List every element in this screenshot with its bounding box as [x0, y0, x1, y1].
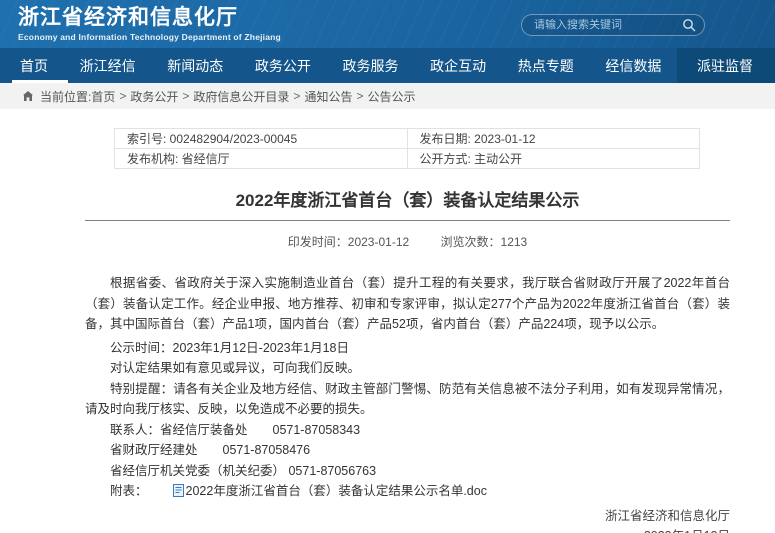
- home-icon: [22, 90, 34, 102]
- views-value: 1213: [501, 235, 528, 249]
- nav-spacer: [496, 48, 502, 83]
- site-header: 浙江省经济和信息化厅 Economy and Information Techn…: [0, 0, 775, 48]
- signature-org: 浙江省经济和信息化厅: [85, 506, 730, 526]
- nav-item-news[interactable]: 新闻动态: [157, 48, 233, 83]
- views-label: 浏览次数：: [441, 235, 501, 249]
- attachment-link[interactable]: 2022年度浙江省首台（套）装备认定结果公示名单.doc: [186, 484, 487, 498]
- breadcrumb: 当前位置: 首页 > 政务公开 > 政府信息公开目录 > 通知公告 > 公告公示: [0, 83, 775, 109]
- main-nav: 首页 浙江经信 新闻动态 政务公开 政务服务 政企互动 热点专题 经信数据 派驻…: [0, 48, 775, 83]
- crumb-info-directory[interactable]: 政府信息公开目录: [193, 88, 289, 105]
- breadcrumb-separator: >: [356, 89, 363, 103]
- crumb-announcements[interactable]: 公告公示: [367, 88, 415, 105]
- nav-spacer: [321, 48, 327, 83]
- search-box: [521, 14, 705, 36]
- nav-spacer: [584, 48, 590, 83]
- table-row: 索引号: 002482904/2023-00045 发布日期: 2023-01-…: [115, 129, 700, 149]
- breadcrumb-prefix: 当前位置:: [40, 88, 91, 105]
- nav-item-gov-open[interactable]: 政务公开: [245, 48, 321, 83]
- table-row: 发布机构: 省经信厅 公开方式: 主动公开: [115, 149, 700, 169]
- doc-icon: [148, 483, 184, 504]
- crumb-home[interactable]: 首页: [91, 88, 115, 105]
- paragraph-contact-discipline: 省经信厅机关党委（机关纪委） 0571-87056763: [85, 461, 730, 482]
- crumb-gov-open[interactable]: 政务公开: [130, 88, 178, 105]
- nav-spacer: [58, 48, 64, 83]
- nav-item-supervision[interactable]: 派驻监督: [677, 48, 775, 83]
- site-title: 浙江省经济和信息化厅: [18, 6, 281, 30]
- meta-publish-org: 发布机构: 省经信厅: [115, 149, 408, 169]
- nav-item-home[interactable]: 首页: [10, 48, 58, 83]
- breadcrumb-separator: >: [182, 89, 189, 103]
- paragraph-contact-equipment: 联系人：省经信厅装备处 0571-87058343: [85, 420, 730, 441]
- print-time-label: 印发时间：: [288, 235, 348, 249]
- paragraph-intro: 根据省委、省政府关于深入实施制造业首台（套）提升工程的有关要求，我厅联合省财政厅…: [85, 273, 730, 335]
- article-body: 根据省委、省政府关于深入实施制造业首台（套）提升工程的有关要求，我厅联合省财政厅…: [85, 273, 730, 533]
- paragraph-publicity-period: 公示时间：2023年1月12日-2023年1月18日: [85, 338, 730, 359]
- nav-item-data[interactable]: 经信数据: [595, 48, 671, 83]
- title-divider: [85, 220, 730, 221]
- attachment-row: 附表： 2022年度浙江省首台（套）装备认定结果公示名单.doc: [85, 481, 730, 504]
- attachment-label: 附表：: [110, 484, 148, 498]
- meta-publish-date: 发布日期: 2023-01-12: [407, 129, 700, 149]
- search-input[interactable]: [522, 19, 682, 31]
- meta-open-method: 公开方式: 主动公开: [407, 149, 700, 169]
- site-subtitle: Economy and Information Technology Depar…: [18, 32, 281, 42]
- print-time-value: 2023-01-12: [348, 235, 409, 249]
- breadcrumb-separator: >: [293, 89, 300, 103]
- nav-spacer: [409, 48, 415, 83]
- nav-spacer: [233, 48, 239, 83]
- doc-meta-table: 索引号: 002482904/2023-00045 发布日期: 2023-01-…: [114, 128, 700, 169]
- page: 浙江省经济和信息化厅 Economy and Information Techn…: [0, 0, 775, 533]
- meta-index-number: 索引号: 002482904/2023-00045: [115, 129, 408, 149]
- breadcrumb-separator: >: [119, 89, 126, 103]
- signature-block: 浙江省经济和信息化厅 2023年1月12日: [85, 506, 730, 533]
- site-logo[interactable]: 浙江省经济和信息化厅 Economy and Information Techn…: [18, 6, 281, 42]
- signature-date: 2023年1月12日: [85, 526, 730, 533]
- nav-item-gov-service[interactable]: 政务服务: [333, 48, 409, 83]
- article-content: 索引号: 002482904/2023-00045 发布日期: 2023-01-…: [0, 128, 775, 533]
- nav-spacer: [146, 48, 152, 83]
- paragraph-feedback: 对认定结果如有意见或异议，可向我们反映。: [85, 358, 730, 379]
- search-icon[interactable]: [682, 18, 704, 32]
- crumb-notices[interactable]: 通知公告: [304, 88, 352, 105]
- article-meta-line: 印发时间：2023-01-12 浏览次数：1213: [85, 233, 730, 250]
- nav-item-zhejiang-jingxin[interactable]: 浙江经信: [70, 48, 146, 83]
- page-title: 2022年度浙江省首台（套）装备认定结果公示: [85, 186, 730, 211]
- paragraph-contact-finance: 省财政厅经建处 0571-87058476: [85, 440, 730, 461]
- nav-item-interaction[interactable]: 政企互动: [420, 48, 496, 83]
- paragraph-special-reminder: 特别提醒：请各有关企业及地方经信、财政主管部门警惕、防范有关信息被不法分子利用，…: [85, 379, 730, 420]
- nav-item-hot-topics[interactable]: 热点专题: [508, 48, 584, 83]
